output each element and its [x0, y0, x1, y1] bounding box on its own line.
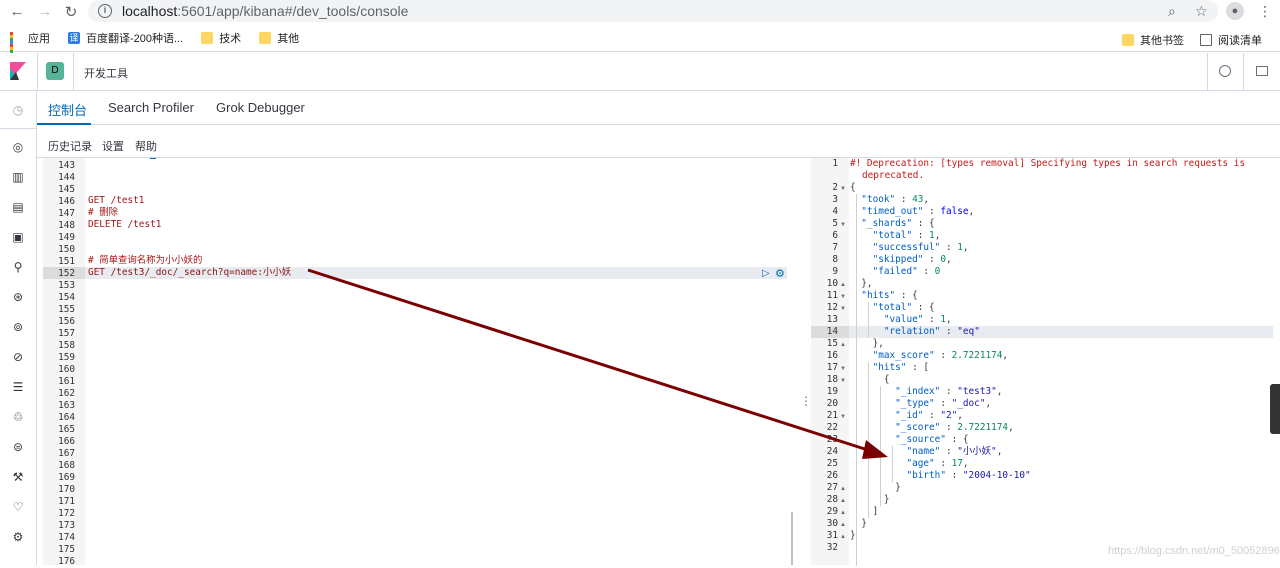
annotation-arrow — [307, 268, 888, 459]
arrow-head — [862, 440, 888, 459]
arrow-shaft — [307, 268, 875, 454]
watermark: https://blog.csdn.net/m0_50052896 — [1108, 545, 1280, 557]
